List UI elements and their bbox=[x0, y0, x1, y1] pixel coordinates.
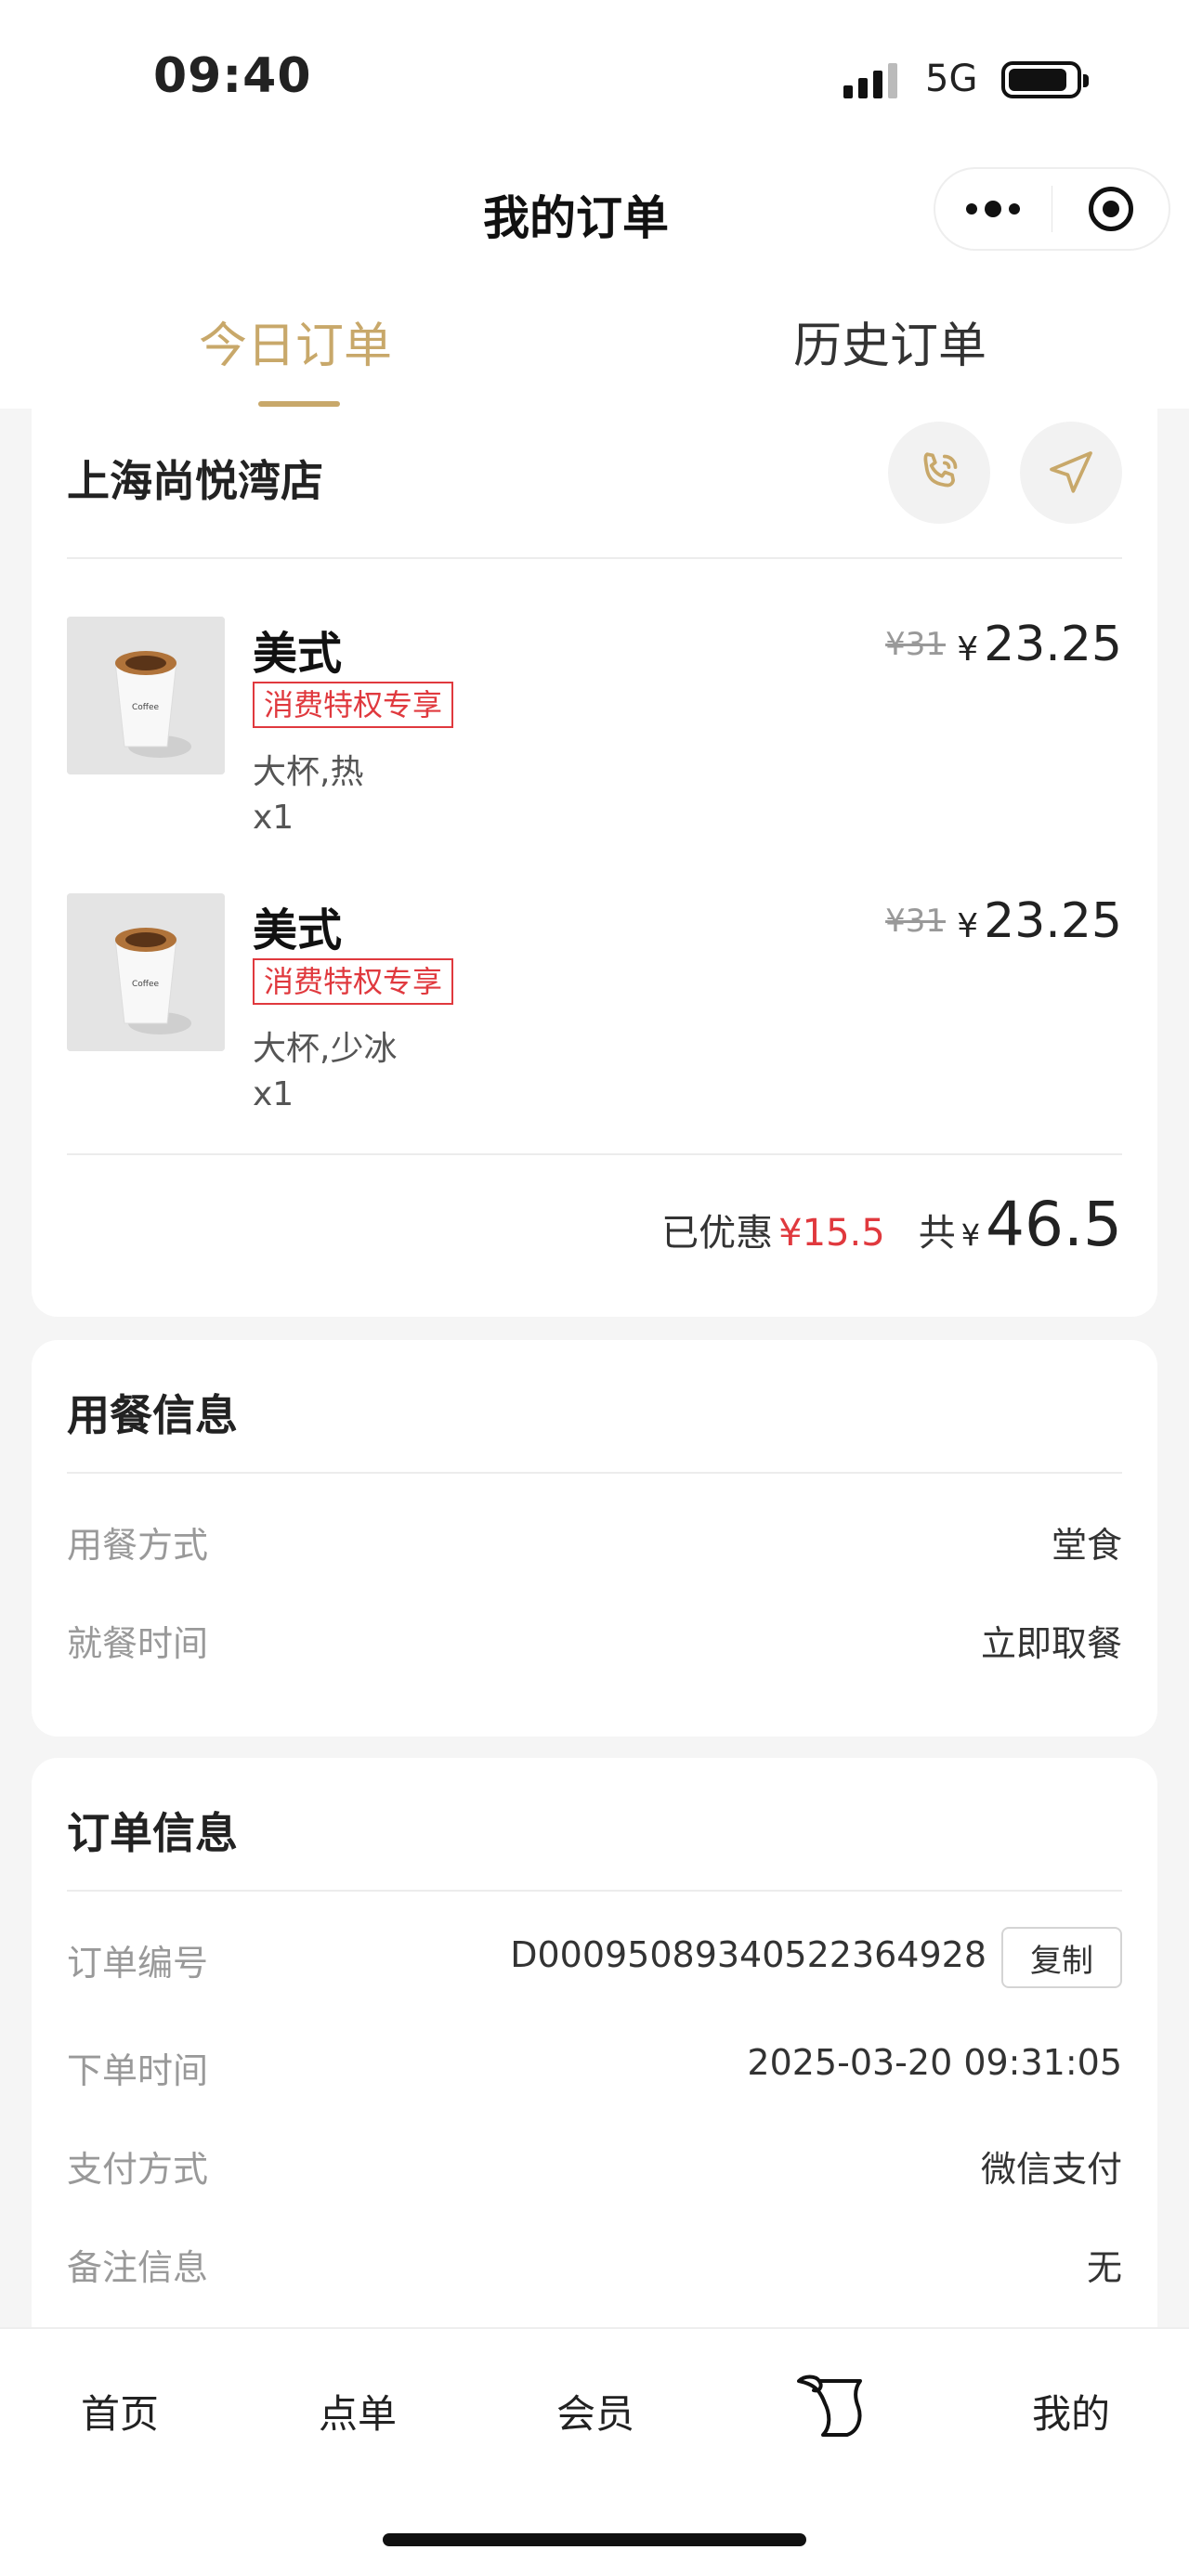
network-type: 5G bbox=[925, 58, 978, 100]
info-row-remark: 备注信息 无 bbox=[67, 2239, 1122, 2295]
total-label: 共 bbox=[918, 1212, 956, 1255]
product-image: Coffee bbox=[67, 893, 225, 1051]
home-indicator bbox=[383, 2533, 806, 2546]
discount-label: 已优惠 bbox=[661, 1212, 774, 1255]
svg-text:Coffee: Coffee bbox=[132, 703, 160, 712]
divider bbox=[67, 1153, 1122, 1155]
info-value: 堂食 bbox=[1051, 1525, 1122, 1566]
top-header-area: 09:40 5G 我的订单 今日订单 历史订单 bbox=[0, 0, 1189, 409]
tab-today-orders[interactable]: 今日订单 bbox=[110, 306, 481, 376]
svg-text:Coffee: Coffee bbox=[132, 980, 160, 989]
original-price: ¥31 bbox=[885, 903, 946, 940]
store-name: 上海尚悦湾店 bbox=[67, 456, 323, 506]
tabbar-mine[interactable]: 我的 bbox=[997, 2383, 1145, 2439]
order-total-summary: 已优惠 ¥15.5 共 ¥ 46.5 bbox=[661, 1189, 1122, 1260]
info-label: 备注信息 bbox=[67, 2247, 209, 2288]
order-item: Coffee 美式 消费特权专享 大杯,热 x1 ¥31 ¥23.25 bbox=[67, 617, 1122, 858]
original-price: ¥31 bbox=[885, 626, 946, 663]
product-spec: 大杯,热 bbox=[253, 753, 364, 791]
product-price: ¥23.25 bbox=[957, 617, 1122, 672]
info-label: 下单时间 bbox=[67, 2050, 209, 2091]
status-time: 09:40 bbox=[153, 48, 312, 104]
dining-info-card: 用餐信息 用餐方式 堂食 就餐时间 立即取餐 bbox=[32, 1340, 1157, 1737]
active-tab-indicator bbox=[258, 401, 340, 407]
tabbar-home[interactable]: 首页 bbox=[46, 2383, 194, 2439]
product-name: 美式 bbox=[253, 904, 343, 956]
close-target-icon[interactable] bbox=[1052, 169, 1169, 249]
info-row-order-time: 下单时间 2025-03-20 09:31:05 bbox=[67, 2042, 1122, 2098]
product-image: Coffee bbox=[67, 617, 225, 774]
info-row-payment-method: 支付方式 微信支付 bbox=[67, 2140, 1122, 2196]
info-value: 微信支付 bbox=[980, 2149, 1122, 2190]
order-number: D00095089340522364928 bbox=[510, 1934, 986, 1975]
battery-icon bbox=[1001, 61, 1089, 98]
info-value: 无 bbox=[1086, 2247, 1122, 2288]
section-title: 用餐信息 bbox=[67, 1390, 238, 1440]
section-title: 订单信息 bbox=[67, 1808, 238, 1858]
phone-icon bbox=[923, 452, 958, 488]
navigate-store-button[interactable] bbox=[1020, 422, 1122, 524]
copy-button[interactable]: 复制 bbox=[1001, 1927, 1122, 1988]
product-name: 美式 bbox=[253, 628, 343, 680]
tabbar-order[interactable]: 点单 bbox=[283, 2383, 432, 2439]
more-icon[interactable] bbox=[935, 169, 1052, 249]
status-bar: 09:40 5G bbox=[0, 0, 1189, 158]
total-currency: ¥ bbox=[960, 1217, 981, 1253]
info-label: 用餐方式 bbox=[67, 1525, 209, 1566]
info-row-dining-time: 就餐时间 立即取餐 bbox=[67, 1615, 1122, 1671]
tabbar-scroll[interactable] bbox=[791, 2370, 871, 2444]
product-quantity: x1 bbox=[253, 799, 294, 837]
info-value: 立即取餐 bbox=[980, 1623, 1122, 1664]
tabbar-member[interactable]: 会员 bbox=[521, 2383, 670, 2439]
product-spec: 大杯,少冰 bbox=[253, 1030, 398, 1068]
miniprogram-capsule bbox=[934, 167, 1170, 251]
divider bbox=[67, 557, 1122, 559]
info-row-dining-method: 用餐方式 堂食 bbox=[67, 1516, 1122, 1572]
order-tabs: 今日订单 历史订单 bbox=[0, 297, 1189, 409]
divider bbox=[67, 1472, 1122, 1474]
order-item: Coffee 美式 消费特权专享 大杯,少冰 x1 ¥31 ¥23.25 bbox=[67, 893, 1122, 1135]
info-value: 2025-03-20 09:31:05 bbox=[747, 2042, 1122, 2083]
product-quantity: x1 bbox=[253, 1075, 294, 1113]
promo-tag: 消费特权专享 bbox=[253, 958, 454, 1005]
scroll-icon bbox=[797, 2374, 862, 2437]
info-label: 就餐时间 bbox=[67, 1623, 209, 1664]
total-value: 46.5 bbox=[986, 1189, 1122, 1260]
tab-history-orders[interactable]: 历史订单 bbox=[704, 306, 1076, 376]
call-store-button[interactable] bbox=[888, 422, 990, 524]
product-price: ¥23.25 bbox=[957, 893, 1122, 949]
order-items-card: 上海尚悦湾店 Coffee 美式 消费特权专享 大杯,热 x1 ¥31 ¥ 23… bbox=[32, 409, 1157, 1317]
navigation-icon bbox=[1050, 451, 1092, 493]
order-info-card: 订单信息 订单编号 D00095089340522364928 复制 下单时间 … bbox=[32, 1758, 1157, 2352]
discount-value: ¥15.5 bbox=[778, 1212, 885, 1255]
info-label: 支付方式 bbox=[67, 2149, 209, 2190]
info-label: 订单编号 bbox=[67, 1943, 209, 1984]
promo-tag: 消费特权专享 bbox=[253, 682, 454, 728]
info-row-order-number: 订单编号 D00095089340522364928 复制 bbox=[67, 1927, 1122, 1990]
signal-icon bbox=[843, 61, 897, 98]
divider bbox=[67, 1890, 1122, 1892]
